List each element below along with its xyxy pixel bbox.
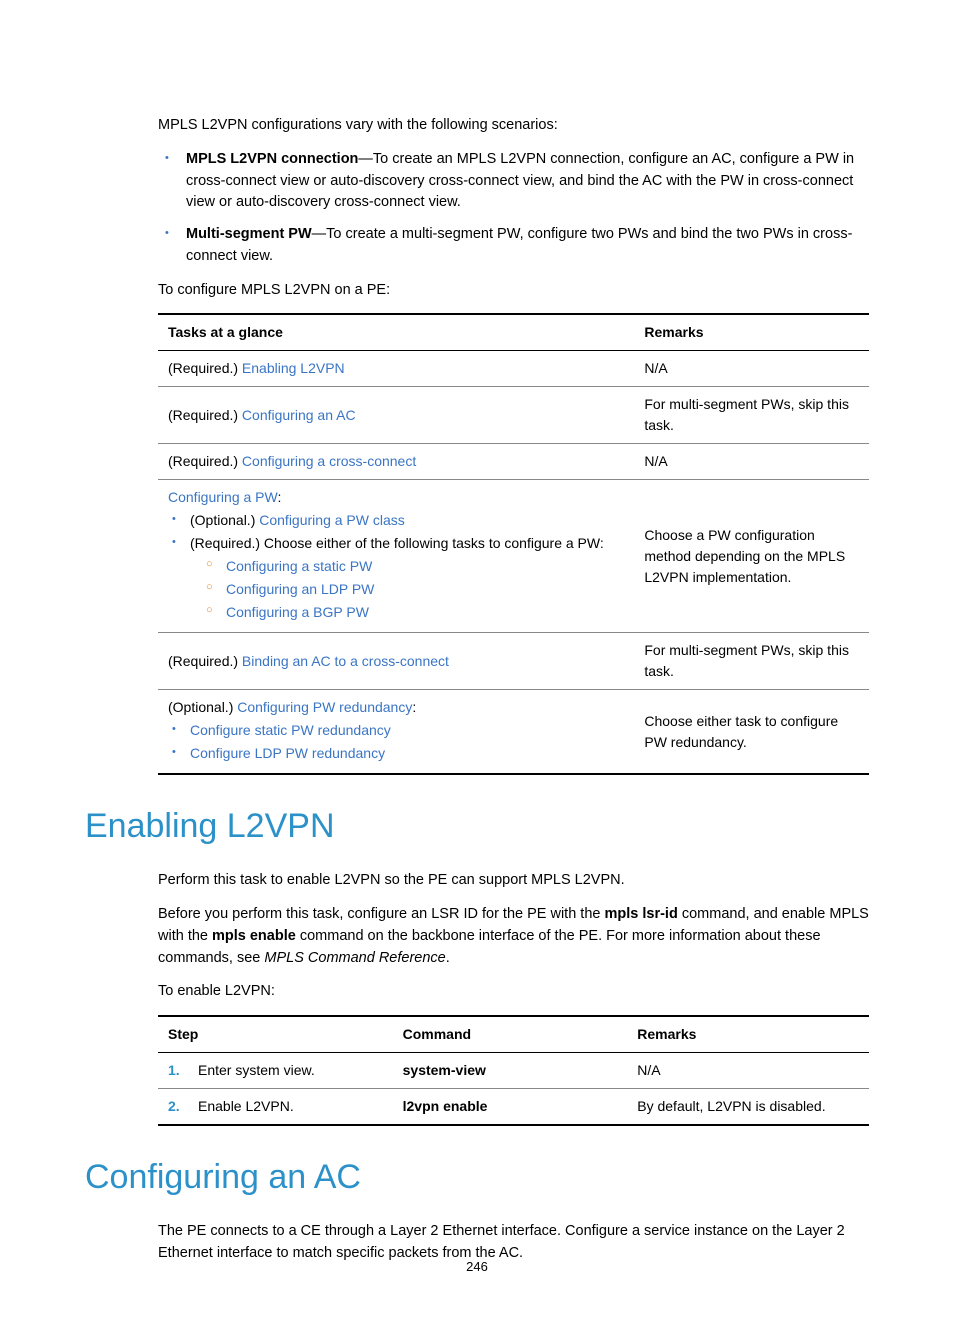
- table-header: Tasks at a glance: [158, 314, 634, 351]
- sub-item: Configure LDP PW redundancy: [168, 743, 624, 764]
- task-link[interactable]: Configuring a static PW: [226, 558, 372, 574]
- sub-item: (Required.) Choose either of the followi…: [168, 533, 624, 623]
- step-item: 1. Enter system view.: [168, 1060, 383, 1081]
- table-row: (Optional.) Configuring PW redundancy: C…: [158, 690, 869, 775]
- task-link[interactable]: Configuring a cross-connect: [242, 453, 416, 469]
- steps-table: Step Command Remarks 1. Enter system view…: [158, 1015, 869, 1126]
- intro-lead: To configure MPLS L2VPN on a PE:: [158, 280, 869, 302]
- text-span: Before you perform this task, configure …: [158, 906, 605, 922]
- table-row: 1. Enter system view. system-view N/A: [158, 1053, 869, 1089]
- sub-item: (Optional.) Configuring a PW class: [168, 510, 624, 531]
- scenario-item: MPLS L2VPN connection—To create an MPLS …: [158, 149, 869, 214]
- step-item: 2. Enable L2VPN.: [168, 1096, 383, 1117]
- table-header: Command: [393, 1016, 628, 1053]
- task-link[interactable]: Configuring an LDP PW: [226, 581, 374, 597]
- text-span: .: [446, 950, 450, 966]
- table-row: Configuring a PW: (Optional.) Configurin…: [158, 480, 869, 633]
- row-remark: N/A: [627, 1053, 869, 1089]
- task-link[interactable]: Binding an AC to a cross-connect: [242, 653, 449, 669]
- task-link[interactable]: Configuring a PW class: [259, 512, 405, 528]
- task-link[interactable]: Configuring an AC: [242, 407, 356, 423]
- task-link[interactable]: Configuring a BGP PW: [226, 604, 369, 620]
- cmd-bold: system-view: [403, 1062, 486, 1078]
- scenario-item: Multi-segment PW—To create a multi-segme…: [158, 224, 869, 268]
- row-remark: For multi-segment PWs, skip this task.: [634, 387, 869, 444]
- row-prefix: (Required.): [168, 407, 242, 423]
- cmd-bold: l2vpn enable: [403, 1098, 488, 1114]
- doc-ref: MPLS Command Reference: [264, 950, 445, 966]
- step-number: 1.: [168, 1060, 180, 1081]
- sub-prefix: (Optional.): [190, 512, 259, 528]
- table-header: Step: [158, 1016, 393, 1053]
- scenario-list: MPLS L2VPN connection—To create an MPLS …: [158, 149, 869, 268]
- task-link[interactable]: Configuring a PW: [168, 489, 277, 505]
- intro-text: MPLS L2VPN configurations vary with the …: [158, 115, 869, 137]
- body-text: Before you perform this task, configure …: [158, 904, 869, 969]
- scenario-bold: MPLS L2VPN connection: [186, 151, 358, 167]
- subsub-item: Configuring an LDP PW: [204, 579, 624, 600]
- subsub-item: Configuring a BGP PW: [204, 602, 624, 623]
- cmd-bold: mpls lsr-id: [605, 906, 678, 922]
- table-row: (Required.) Configuring an AC For multi-…: [158, 387, 869, 444]
- sub-text: (Required.) Choose either of the followi…: [190, 535, 604, 551]
- table-row: (Required.) Binding an AC to a cross-con…: [158, 633, 869, 690]
- row-remark: By default, L2VPN is disabled.: [627, 1089, 869, 1126]
- row-remark: For multi-segment PWs, skip this task.: [634, 633, 869, 690]
- body-text: To enable L2VPN:: [158, 981, 869, 1003]
- table-row: 2. Enable L2VPN. l2vpn enable By default,…: [158, 1089, 869, 1126]
- row-prefix: (Required.): [168, 360, 242, 376]
- tasks-table: Tasks at a glance Remarks (Required.) En…: [158, 313, 869, 775]
- section-heading-enabling-l2vpn: Enabling L2VPN: [85, 801, 869, 852]
- scenario-bold: Multi-segment PW: [186, 226, 312, 242]
- row-prefix: (Optional.): [168, 699, 237, 715]
- row-colon: :: [412, 699, 416, 715]
- table-row: (Required.) Configuring a cross-connect …: [158, 444, 869, 480]
- cmd-bold: mpls enable: [212, 928, 296, 944]
- table-row: (Required.) Enabling L2VPN N/A: [158, 351, 869, 387]
- task-link[interactable]: Enabling L2VPN: [242, 360, 345, 376]
- task-link[interactable]: Configure static PW redundancy: [190, 722, 391, 738]
- row-remark: N/A: [634, 444, 869, 480]
- row-remark: Choose either task to configure PW redun…: [634, 690, 869, 775]
- step-text: Enable L2VPN.: [198, 1098, 294, 1114]
- page-number: 246: [0, 1257, 954, 1277]
- task-link[interactable]: Configuring PW redundancy: [237, 699, 412, 715]
- row-remark: Choose a PW configuration method dependi…: [634, 480, 869, 633]
- table-header: Remarks: [627, 1016, 869, 1053]
- step-text: Enter system view.: [198, 1062, 315, 1078]
- section-heading-configuring-ac: Configuring an AC: [85, 1152, 869, 1203]
- table-header: Remarks: [634, 314, 869, 351]
- sub-item: Configure static PW redundancy: [168, 720, 624, 741]
- task-link[interactable]: Configure LDP PW redundancy: [190, 745, 385, 761]
- row-colon: :: [277, 489, 281, 505]
- step-number: 2.: [168, 1096, 180, 1117]
- body-text: Perform this task to enable L2VPN so the…: [158, 870, 869, 892]
- row-prefix: (Required.): [168, 653, 242, 669]
- row-prefix: (Required.): [168, 453, 242, 469]
- subsub-item: Configuring a static PW: [204, 556, 624, 577]
- row-remark: N/A: [634, 351, 869, 387]
